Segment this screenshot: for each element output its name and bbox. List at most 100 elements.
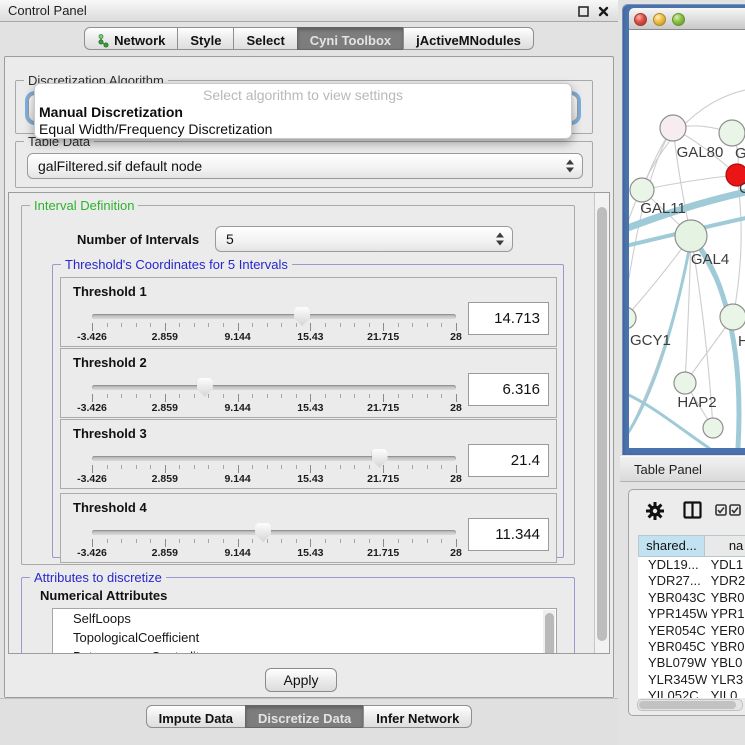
table-row[interactable]: YDR27...YDR2 — [638, 573, 745, 589]
threshold-4-row: Threshold 4 -3.4262.8599.14415.4321.7152… — [60, 493, 557, 563]
tick-mark — [369, 394, 370, 398]
attribute-list-item[interactable]: SelfLoops — [53, 609, 556, 628]
checkbox-icon[interactable] — [715, 504, 727, 516]
tab-infer-network[interactable]: Infer Network — [363, 705, 472, 728]
tick-mark — [194, 394, 195, 398]
threshold-2-slider-track[interactable] — [92, 385, 456, 390]
number-of-intervals-combobox[interactable]: 5 — [215, 226, 513, 252]
table-data-combobox[interactable]: galFiltered.sif default node — [27, 153, 583, 179]
tick-label: 15.43 — [297, 331, 323, 343]
cell-name[interactable]: YPR1 — [707, 606, 745, 622]
node-circle[interactable] — [703, 418, 723, 438]
tab-cyni-toolbox[interactable]: Cyni Toolbox — [297, 27, 404, 50]
node-circle[interactable] — [629, 307, 636, 329]
bottom-tab-bar: Impute Data Discretize Data Infer Networ… — [0, 705, 618, 729]
checkbox-icon[interactable] — [729, 504, 741, 516]
cell-shared-name[interactable]: YDL19... — [638, 557, 707, 573]
cell-name[interactable]: YDL1 — [707, 557, 745, 573]
node-circle[interactable] — [660, 115, 686, 141]
node-circle[interactable] — [630, 178, 654, 202]
table-row[interactable]: YBL079WYBL0 — [638, 655, 745, 671]
node-circle[interactable] — [675, 220, 707, 252]
apply-button[interactable]: Apply — [265, 668, 337, 692]
threshold-4-value-field[interactable]: 11.344 — [468, 518, 549, 551]
cell-name[interactable]: YBR0 — [707, 590, 745, 606]
table-row[interactable]: YDL19...YDL1 — [638, 557, 745, 573]
cell-shared-name[interactable]: YER054C — [638, 623, 707, 639]
node-circle[interactable] — [674, 372, 696, 394]
column-header-name[interactable]: na — [705, 535, 745, 557]
option-manual-discretization[interactable]: Manual Discretization — [35, 104, 571, 121]
table-row[interactable]: YBR045CYBR0 — [638, 639, 745, 655]
numerical-attributes-list[interactable]: SelfLoopsTopologicalCoefficientBetweenne… — [52, 608, 557, 654]
cell-shared-name[interactable]: YDR27... — [638, 573, 707, 589]
cell-shared-name[interactable]: YLR345W — [638, 672, 707, 688]
threshold-4-slider-track[interactable] — [92, 530, 456, 535]
cell-shared-name[interactable]: YBL079W — [638, 655, 707, 671]
table-row[interactable]: YLR345WYLR3 — [638, 672, 745, 688]
tick-mark — [325, 465, 326, 469]
zoom-traffic-light[interactable] — [672, 13, 685, 26]
table-horizontal-scrollbar[interactable] — [637, 699, 743, 711]
tick-label: 9.144 — [224, 402, 250, 414]
cell-name[interactable]: YBR0 — [707, 639, 745, 655]
cell-name[interactable]: YDR2 — [707, 573, 745, 589]
tick-mark — [441, 394, 442, 398]
threshold-1-slider-track[interactable] — [92, 314, 456, 319]
cell-shared-name[interactable]: YBR043C — [638, 590, 707, 606]
table-scrollbar-thumb[interactable] — [639, 701, 736, 709]
tick-marks — [92, 465, 456, 473]
attribute-list-item[interactable]: TopologicalCoefficient — [53, 628, 556, 647]
table-panel-title: Table Panel — [634, 462, 702, 477]
gear-icon[interactable] — [645, 501, 665, 521]
settings-vertical-scrollbar[interactable] — [594, 193, 609, 653]
cell-shared-name[interactable]: YIL052C — [638, 688, 707, 698]
table-row[interactable]: YBR043CYBR0 — [638, 590, 745, 606]
float-window-icon[interactable] — [577, 5, 590, 18]
node-attribute-table[interactable]: shared... na YDL19...YDL1YDR27...YDR2YBR… — [638, 535, 745, 698]
tab-style[interactable]: Style — [177, 27, 234, 50]
tab-select[interactable]: Select — [233, 27, 297, 50]
minimize-traffic-light[interactable] — [653, 13, 666, 26]
cell-shared-name[interactable]: YPR145W — [638, 606, 707, 622]
node-label: GAL80 — [677, 144, 724, 161]
settings-scrollbar-thumb[interactable] — [597, 207, 607, 641]
network-window-titlebar[interactable] — [629, 8, 745, 30]
cell-name[interactable]: YIL0 — [707, 688, 745, 698]
attributes-scrollbar-thumb[interactable] — [545, 613, 554, 654]
cell-shared-name[interactable]: YBR045C — [638, 639, 707, 655]
tick-mark — [427, 323, 428, 327]
cell-name[interactable]: YER0 — [707, 623, 745, 639]
threshold-1-value-field[interactable]: 14.713 — [468, 302, 549, 335]
tab-jactivemnodules[interactable]: jActiveMNodules — [403, 27, 534, 50]
table-row[interactable]: YIL052CYIL0 — [638, 688, 745, 698]
split-columns-icon[interactable] — [683, 501, 702, 519]
tab-impute-data[interactable]: Impute Data — [146, 705, 246, 728]
threshold-3-value-field[interactable]: 21.4 — [468, 444, 549, 477]
node-circle[interactable] — [720, 304, 745, 330]
tick-mark — [150, 394, 151, 398]
network-canvas[interactable]: GAL80 G GAL11 GAL4 GCY1 HAP2 H C — [629, 30, 745, 448]
table-row[interactable]: YER054CYER0 — [638, 623, 745, 639]
tick-mark — [194, 323, 195, 327]
attributes-list-scrollbar[interactable] — [543, 610, 555, 654]
cell-name[interactable]: YBL0 — [707, 655, 745, 671]
tick-mark — [383, 323, 384, 331]
option-equal-width-frequency[interactable]: Equal Width/Frequency Discretization — [35, 121, 571, 138]
close-traffic-light[interactable] — [634, 13, 647, 26]
tick-mark — [281, 465, 282, 469]
cell-name[interactable]: YLR3 — [707, 672, 745, 688]
tick-mark — [136, 539, 137, 543]
column-header-shared-name[interactable]: shared... — [638, 535, 705, 557]
node-circle[interactable] — [719, 120, 745, 146]
tab-discretize-data[interactable]: Discretize Data — [245, 705, 364, 728]
tab-network[interactable]: Network — [84, 27, 178, 50]
table-row[interactable]: YPR145WYPR1 — [638, 606, 745, 622]
tick-marks — [92, 394, 456, 402]
threshold-2-value-field[interactable]: 6.316 — [468, 373, 549, 406]
tab-cyni-toolbox-label: Cyni Toolbox — [310, 33, 391, 48]
tab-impute-data-label: Impute Data — [159, 711, 233, 726]
close-icon[interactable] — [597, 5, 610, 18]
attribute-list-item[interactable]: BetweennessCentrality — [53, 647, 556, 654]
threshold-3-slider-track[interactable] — [92, 456, 456, 461]
